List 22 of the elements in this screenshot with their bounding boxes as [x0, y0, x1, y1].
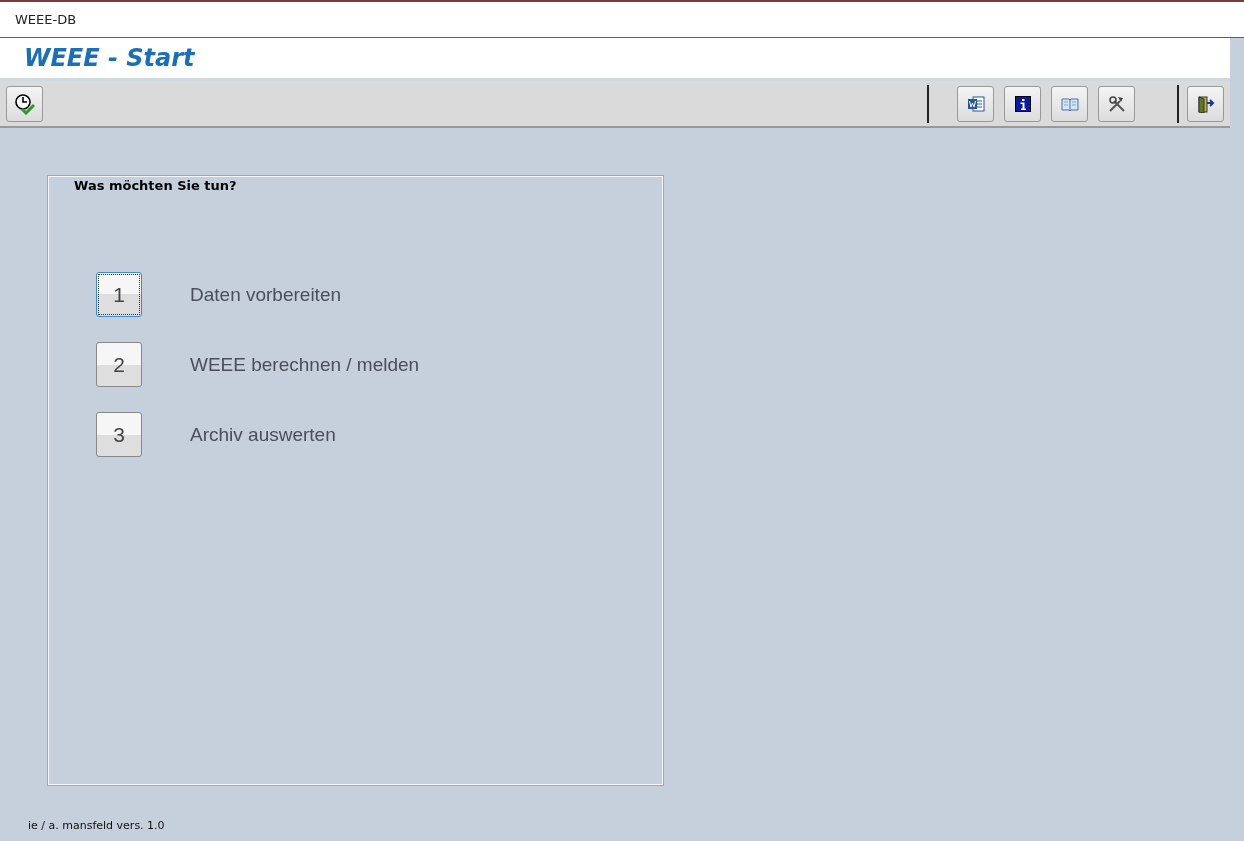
form-title: WEEE - Start — [24, 44, 195, 72]
step-number-button[interactable]: 1 — [96, 272, 142, 317]
word-document-icon — [966, 94, 985, 113]
word-document-button[interactable] — [957, 85, 994, 122]
info-icon — [1014, 95, 1031, 112]
info-button[interactable] — [1004, 85, 1041, 122]
step-label: WEEE berechnen / melden — [190, 353, 420, 376]
clock-check-icon — [13, 92, 36, 115]
book-icon — [1060, 96, 1079, 111]
panel-heading: Was möchten Sie tun? — [74, 178, 237, 193]
exit-button[interactable] — [1187, 85, 1224, 122]
tools-button[interactable] — [1098, 85, 1135, 122]
version-text: ie / a. mansfeld vers. 1.0 — [28, 819, 165, 832]
step-number-button[interactable]: 2 — [96, 342, 142, 387]
tools-icon — [1107, 94, 1126, 113]
book-button[interactable] — [1051, 85, 1088, 122]
clock-check-button[interactable] — [6, 85, 43, 122]
step-label: Archiv auswerten — [190, 423, 336, 446]
step-number-button[interactable]: 3 — [96, 412, 142, 457]
exit-door-icon — [1196, 94, 1215, 113]
step-label: Daten vorbereiten — [190, 283, 342, 306]
window-title: WEEE-DB — [15, 12, 77, 27]
